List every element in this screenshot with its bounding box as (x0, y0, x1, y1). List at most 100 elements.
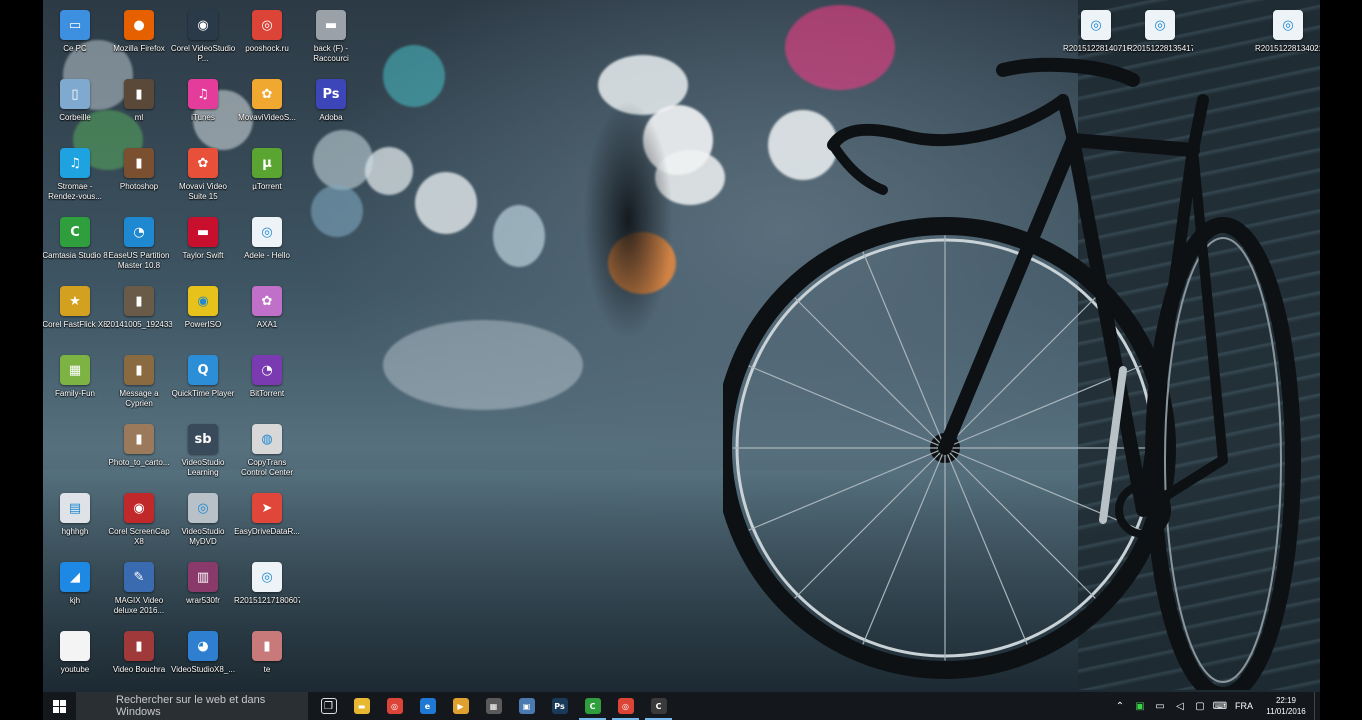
desktop-icon[interactable]: ◔ EaseUS Partition Master 10.8 (107, 211, 171, 279)
keyboard-icon[interactable]: ⌨ (1210, 701, 1230, 712)
desktop-icon-label: BitTorrent (249, 389, 285, 398)
desktop-icon[interactable]: ◎ Adele - Hello (235, 211, 299, 279)
desktop-icon[interactable]: ▮ Message a Cyprien (107, 349, 171, 417)
camtasia-recorder-icon: C (650, 698, 667, 714)
desktop-icon[interactable]: ◉ Corel ScreenCap X8 (107, 487, 171, 555)
desktop-icon-label: back (F) - Raccourci (313, 44, 349, 63)
network-icon[interactable]: ▭ (1150, 701, 1170, 712)
desktop-icon-label: Photo_to_carto... (108, 458, 170, 467)
desktop-icon[interactable]: youtube (43, 625, 107, 693)
taskbar-button[interactable]: ◎ (378, 692, 411, 720)
copytrans-icon: ◍ (252, 424, 282, 454)
taskbar-button[interactable]: ▣ (510, 692, 543, 720)
desktop-icon[interactable]: Q QuickTime Player (171, 349, 235, 417)
desktop-icon-label: Photoshop (119, 182, 159, 191)
desktop-icon[interactable]: ◕ VideoStudioX8_... (171, 625, 235, 693)
taskbar-button[interactable]: ▶ (444, 692, 477, 720)
firefox-icon: ● (124, 10, 154, 40)
desktop-icon[interactable]: ✎ MAGIX Video deluxe 2016... (107, 556, 171, 624)
desktop-icon[interactable]: ◉ PowerISO (171, 280, 235, 348)
desktop-icon-label: kjh (69, 596, 81, 605)
desktop-icon-label: Ce PC (63, 44, 87, 53)
clock-time: 22:19 (1275, 696, 1297, 705)
desktop-icon[interactable]: ▬ Taylor Swift (171, 211, 235, 279)
desktop-icon[interactable]: ▮ Photo_to_carto... (107, 418, 171, 486)
taskbar-button[interactable]: C (576, 692, 609, 720)
desktop-icon[interactable]: ◉ Corel VideoStudio P... (171, 4, 235, 72)
chrome-running-icon: ◎ (617, 698, 634, 714)
desktop-icon[interactable]: Ps Adoba (299, 73, 363, 141)
learning-icon: sb (188, 424, 218, 454)
desktop-icon[interactable]: ◎ VideoStudio MyDVD (171, 487, 235, 555)
desktop-icon[interactable]: ▤ hghhgh (43, 487, 107, 555)
desktop-icon[interactable]: ▮ te (235, 625, 299, 693)
taskbar-button[interactable]: Ps (543, 692, 576, 720)
action-center-icon[interactable]: ▢ (1190, 701, 1210, 712)
start-button[interactable] (43, 692, 76, 720)
desktop-icon[interactable]: ▮ 20141005_192433 (106, 280, 172, 348)
desktop-icon[interactable]: ♫ Stromae - Rendez-vous... (43, 142, 107, 210)
task-view-icon: ❐ (320, 698, 337, 714)
taskbar-button[interactable]: ▦ (477, 692, 510, 720)
document-icon: ◎ (252, 562, 282, 592)
desktop-icon-label: wrar530fr (186, 596, 220, 605)
itunes-icon: ♫ (188, 79, 218, 109)
search-input[interactable]: Rechercher sur le web et dans Windows (76, 692, 308, 720)
desktop-icon[interactable]: ★ Corel FastFlick X8 (43, 280, 108, 348)
image-file-icon: ▮ (124, 79, 154, 109)
desktop-icon[interactable]: µ µTorrent (235, 142, 299, 210)
desktop-icon-label: youtube (60, 665, 90, 674)
image-file-icon: ▮ (124, 424, 154, 454)
desktop-icon-label: Taylor Swift (182, 251, 224, 260)
desktop-icon[interactable]: sb VideoStudio Learning (171, 418, 235, 486)
desktop-icon-label: Adoba (319, 113, 343, 122)
volume-icon[interactable]: ◁ (1170, 701, 1190, 712)
desktop-icon[interactable]: ▮ Photoshop (107, 142, 171, 210)
desktop-icon[interactable]: ◍ CopyTrans Control Center (235, 418, 299, 486)
clock[interactable]: 22:19 11/01/2016 (1258, 695, 1314, 717)
taskbar-button[interactable]: C (642, 692, 675, 720)
desktop-icon[interactable]: ▮ ml (107, 73, 171, 141)
desktop-icon-label: QuickTime Player (171, 389, 235, 398)
desktop-icon[interactable]: ✿ MovaviVideoS... (235, 73, 299, 141)
desktop-icon[interactable]: ▬ back (F) - Raccourci (299, 4, 363, 72)
taskbar-button[interactable]: ❐ (312, 692, 345, 720)
desktop-icon[interactable]: ◢ kjh (43, 556, 107, 624)
taskbar-button[interactable]: e (411, 692, 444, 720)
camtasia-tray-icon[interactable]: ▣ (1130, 701, 1150, 712)
media-player-icon: ▶ (452, 698, 469, 714)
utorrent-icon: µ (252, 148, 282, 178)
desktop-icon-label: 20141005_192433 (106, 320, 172, 329)
desktop-icon[interactable]: ✿ AXA1 (235, 280, 299, 348)
desktop-icon[interactable]: ▭ Ce PC (43, 4, 107, 72)
desktop-icon[interactable]: ▮ Video Bouchra (107, 625, 171, 693)
language-indicator[interactable]: FRA (1230, 701, 1258, 711)
desktop-icon[interactable]: ▦ Family-Fun (43, 349, 107, 417)
desktop-icon[interactable]: ✿ Movavi Video Suite 15 (171, 142, 235, 210)
image-file-icon: ▮ (124, 631, 154, 661)
desktop-icon[interactable]: ▥ wrar530fr (171, 556, 235, 624)
desktop-icon[interactable]: ➤ EasyDriveDataR... (234, 487, 300, 555)
desktop-icon[interactable]: ◎ R20151228140716 (1063, 4, 1129, 72)
camera-icon: ◉ (188, 10, 218, 40)
desktop-icon[interactable]: ● Mozilla Firefox (107, 4, 171, 72)
desktop-icon[interactable]: C Camtasia Studio 8 (43, 211, 108, 279)
system-tray: ⌃ ▣ ▭ ◁ ▢ ⌨ FRA 22:19 11/01/2016 (1110, 692, 1320, 720)
desktop-icon-label: Corbeille (59, 113, 91, 122)
desktop-icon[interactable]: ◎ pooshock.ru (235, 4, 299, 72)
image-file-icon: ▮ (124, 148, 154, 178)
desktop-icon-label: Stromae - Rendez-vous... (48, 182, 102, 201)
taskbar-button[interactable]: ▬ (345, 692, 378, 720)
desktop-icon[interactable]: ◎ R20151228134021 (1255, 4, 1320, 72)
show-desktop-button[interactable] (1314, 692, 1320, 720)
desktop-icon[interactable]: ♫ iTunes (171, 73, 235, 141)
magix-icon: ✎ (124, 562, 154, 592)
desktop-icon[interactable]: ◎ R20151228135417 (1127, 4, 1193, 72)
folder-red-icon: ▬ (188, 217, 218, 247)
desktop-icon[interactable]: ◎ R20151217180607 (234, 556, 300, 624)
clock-date: 11/01/2016 (1266, 707, 1306, 716)
taskbar-button[interactable]: ◎ (609, 692, 642, 720)
show-hidden-icons-chevron-icon[interactable]: ⌃ (1110, 701, 1130, 712)
desktop-icon[interactable]: ▯ Corbeille (43, 73, 107, 141)
desktop-icon[interactable]: ◔ BitTorrent (235, 349, 299, 417)
